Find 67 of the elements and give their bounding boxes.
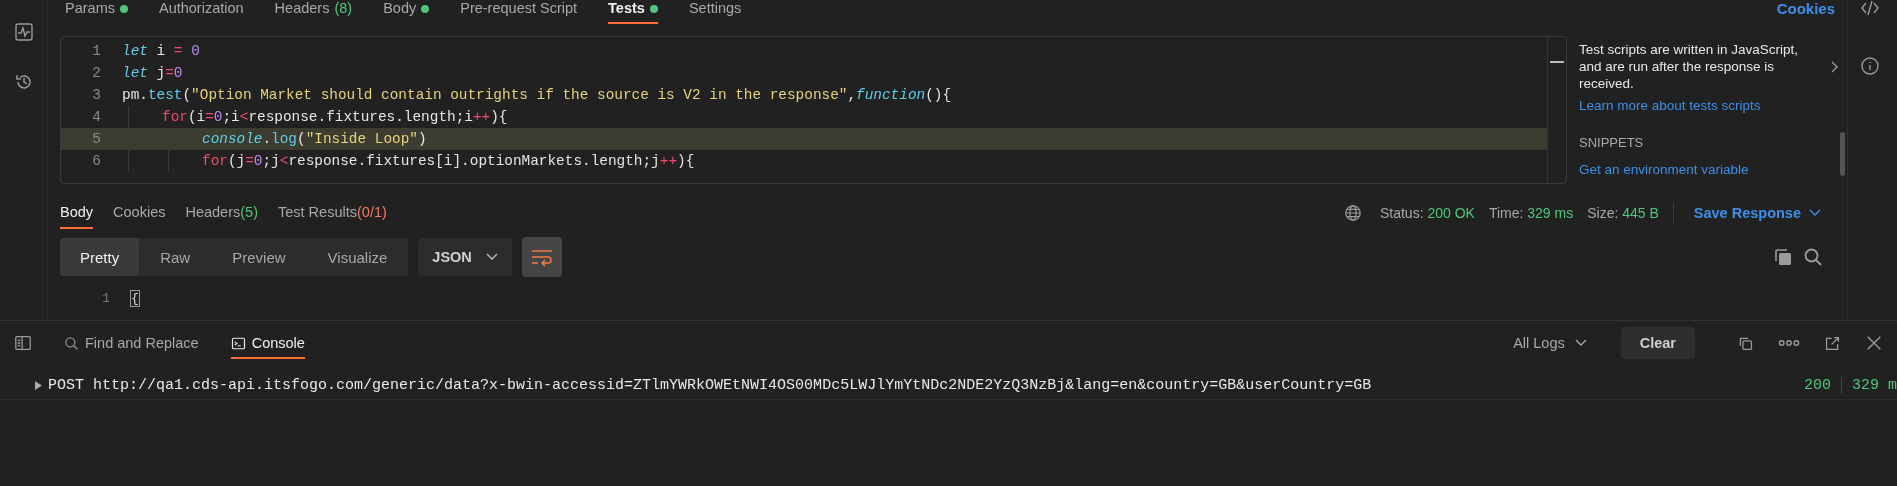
view-mode-tab[interactable]: Visualize	[306, 238, 409, 276]
cookies-link[interactable]: Cookies	[1776, 0, 1835, 17]
line-number: 1	[101, 290, 110, 306]
search-icon[interactable]	[64, 335, 79, 351]
code-editor[interactable]	[60, 36, 1567, 184]
code-line: let i = 0	[122, 43, 200, 59]
code-icon[interactable]	[1860, 0, 1880, 18]
request-tab[interactable]: Pre-request Script	[460, 0, 578, 24]
caret-icon[interactable]	[1809, 209, 1821, 217]
info-icon[interactable]	[1860, 56, 1880, 76]
code-line: console.log("Inside Loop")	[202, 131, 427, 147]
console-tab[interactable]: Find and Replace	[64, 327, 199, 359]
wrap-icon[interactable]	[529, 247, 554, 267]
line-number: 4	[91, 109, 101, 125]
request-tab[interactable]: Tests	[608, 0, 658, 24]
request-tab[interactable]: Params	[65, 0, 128, 24]
response-stat: Size: 445 B	[1587, 205, 1659, 221]
external-link-icon[interactable]	[1824, 334, 1841, 352]
log-status: 200	[1803, 376, 1842, 394]
clear-button[interactable]: Clear	[1620, 327, 1695, 359]
response-stat: Status: 200 OK	[1379, 205, 1475, 221]
tests-description: Test scripts are written in JavaScript, and are run after the response is received.	[1579, 41, 1800, 92]
terminal-icon[interactable]	[230, 335, 246, 351]
request-tab[interactable]: Headers (8)	[274, 0, 353, 24]
chevron-right-icon[interactable]	[1829, 59, 1839, 74]
line-number: 6	[91, 153, 101, 169]
learn-more-link[interactable]: Learn more about tests scripts	[1579, 98, 1847, 113]
snippet-link[interactable]: Get an environment variable	[1579, 162, 1847, 177]
search-icon[interactable]	[1803, 247, 1823, 267]
caret-icon[interactable]	[485, 253, 498, 261]
format-dropdown[interactable]: JSON	[418, 238, 512, 276]
response-tab[interactable]: Body	[60, 197, 94, 229]
caret-icon[interactable]	[1574, 339, 1587, 347]
code-line: let j=0	[122, 65, 183, 81]
snippets-heading: SNIPPETS	[1579, 135, 1645, 150]
response-tab[interactable]: Test Results(0/1)	[278, 197, 387, 229]
more-icon[interactable]	[1778, 338, 1800, 348]
log-request[interactable]: POST http://qa1.cds-api.itsfogo.com/generic/data?x-bwin-accessid=ZTlmYWRkOWEtNWI4OS00MDc5LWJlYmYtNDc2NDE2YzQ3NzBj&lang=en&country=GB&userCountry=GB	[48, 376, 1372, 394]
log-filter-dropdown[interactable]: All Logs	[1507, 334, 1593, 352]
console-tab[interactable]: Console	[230, 327, 305, 359]
response-tab[interactable]: Headers(5)	[185, 197, 258, 229]
view-mode-tab[interactable]: Raw	[139, 238, 212, 276]
sidebar-toggle-icon[interactable]	[14, 334, 32, 352]
log-time: 329 m	[1851, 376, 1897, 394]
close-icon[interactable]	[1865, 334, 1883, 352]
expand-arrow-icon[interactable]	[35, 380, 42, 390]
code-line: for(i=0;i<response.fixtures.length;i++){	[162, 109, 508, 125]
line-number: 2	[91, 65, 101, 81]
copy-icon[interactable]	[1773, 247, 1793, 267]
line-number: 3	[91, 87, 101, 103]
request-tab[interactable]: Body	[383, 0, 430, 24]
view-mode-tab[interactable]: Pretty	[60, 238, 140, 276]
line-number: 1	[91, 43, 101, 59]
history-icon[interactable]	[13, 72, 34, 92]
save-response-button[interactable]: Save Response	[1687, 204, 1827, 222]
code-line: pm.test("Option Market should contain outrights if the source is V2 in the response",function(){	[122, 87, 952, 103]
globe-icon[interactable]	[1343, 204, 1362, 222]
request-tab[interactable]: Authorization	[158, 0, 244, 24]
response-tab[interactable]: Cookies	[113, 197, 166, 229]
response-stat: Time: 329 ms	[1488, 205, 1574, 221]
wrap-lines-button[interactable]	[521, 237, 562, 277]
line-number: 5	[91, 131, 101, 147]
view-mode-tab[interactable]: Preview	[211, 238, 307, 276]
code-line: for(j=0;j<response.fixtures[i].optionMarkets.length;j++){	[202, 153, 695, 169]
request-tab[interactable]: Settings	[688, 0, 742, 24]
response-body-line: {	[131, 290, 139, 306]
activity-icon[interactable]	[13, 22, 34, 42]
